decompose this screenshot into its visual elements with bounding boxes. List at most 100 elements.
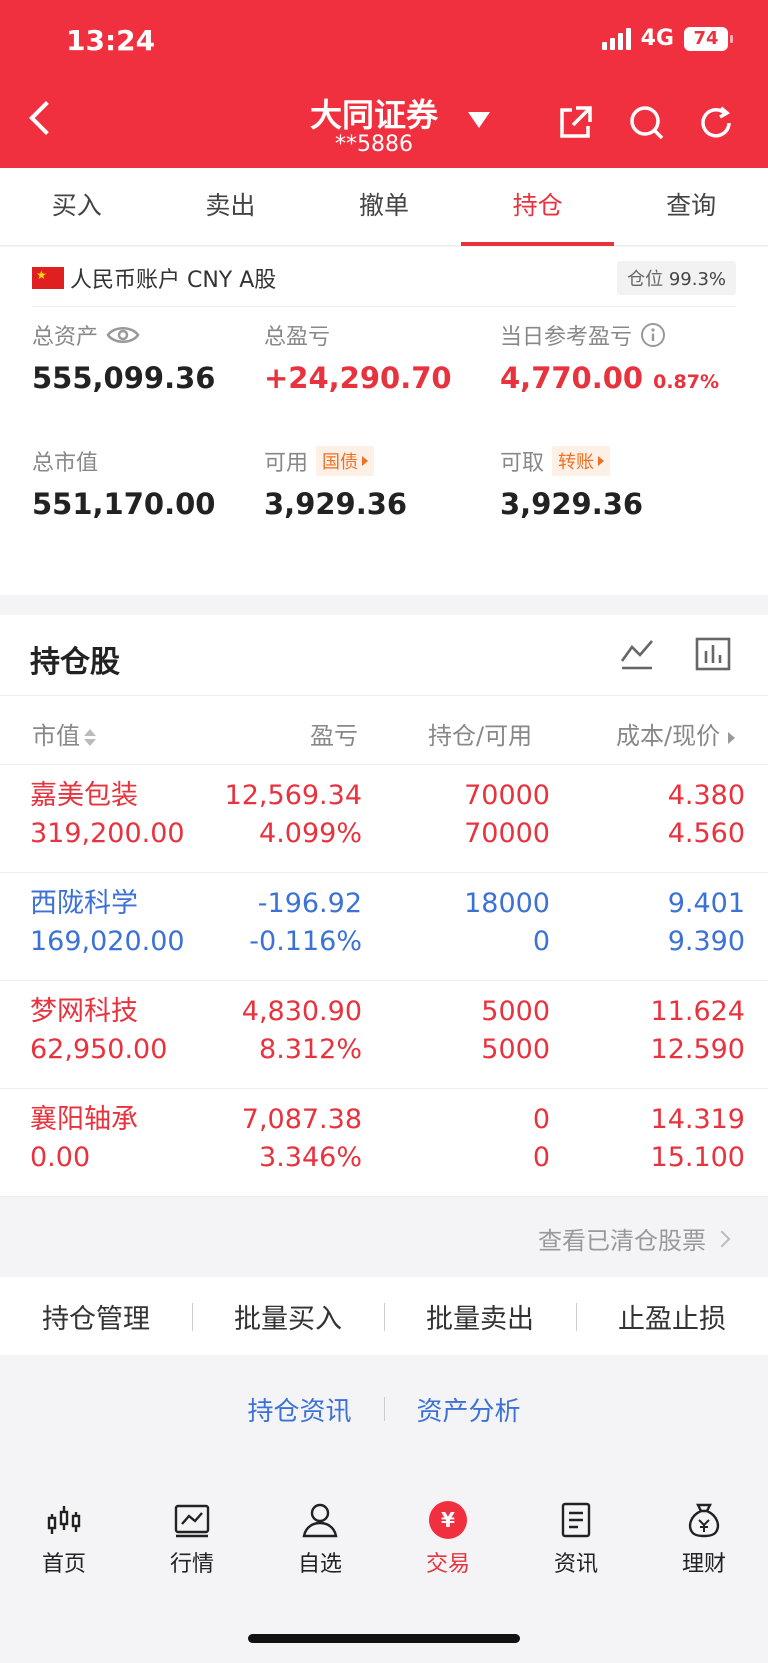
col-market-value-label: 市值 (32, 722, 80, 750)
cleared-stocks-link[interactable]: 查看已清仓股票 (538, 1221, 731, 1256)
sort-icon (84, 728, 96, 746)
stock-cost: 11.624 (650, 996, 745, 1027)
tab-sell[interactable]: 卖出 (154, 168, 308, 245)
total-pnl-label: 总盈亏 (264, 325, 331, 350)
stock-pnl: 12,569.34 (224, 780, 362, 811)
tab-cancel[interactable]: 撤单 (307, 168, 461, 245)
position-manage-button[interactable]: 持仓管理 (0, 1297, 192, 1336)
stock-avail-qty: 0 (532, 1142, 550, 1173)
stock-avail-qty: 5000 (481, 1034, 550, 1065)
nav-market[interactable]: 行情 (128, 1500, 256, 1600)
stock-price: 4.560 (667, 818, 745, 849)
stock-avail-qty: 70000 (464, 818, 550, 849)
nav-watchlist[interactable]: 自选 (256, 1500, 384, 1600)
total-pnl: 总盈亏 +24,290.70 (264, 319, 452, 395)
transfer-tag[interactable]: 转账 (552, 446, 611, 476)
bottom-nav: 首页 行情 自选 ¥ 交易 资讯 理财 (0, 1500, 768, 1600)
position-actions: 持仓管理 批量买入 批量卖出 止盈止损 (0, 1277, 768, 1355)
holdings-title: 持仓股 (30, 645, 120, 680)
document-icon (561, 1502, 591, 1538)
caret-down-icon[interactable] (468, 112, 490, 128)
eye-icon[interactable] (106, 324, 140, 346)
holding-row[interactable]: 西陇科学 169,020.00 -196.92 -0.116% 18000 0 9.401 9… (0, 873, 768, 981)
search-icon[interactable] (628, 104, 666, 142)
yen-icon: ¥ (429, 1501, 467, 1539)
position-label: 仓位 (627, 268, 664, 290)
nav-home[interactable]: 首页 (0, 1500, 128, 1600)
stock-cost: 14.319 (650, 1104, 745, 1135)
nav-watchlist-label: 自选 (297, 1552, 342, 1577)
total-assets: 总资产 555,099.36 (32, 319, 215, 395)
status-time: 13:24 (66, 24, 156, 57)
market-value: 总市值 551,170.00 (32, 445, 215, 521)
stock-hold-qty: 0 (532, 1104, 550, 1135)
total-assets-label: 总资产 (32, 325, 99, 350)
withdrawable-label: 可取 (500, 451, 545, 476)
stock-market-value: 319,200.00 (30, 818, 185, 849)
tab-query[interactable]: 查询 (614, 168, 768, 245)
info-icon[interactable] (640, 322, 666, 348)
available-value: 3,929.36 (264, 487, 408, 521)
batch-buy-button[interactable]: 批量买入 (192, 1297, 384, 1336)
tab-buy[interactable]: 买入 (0, 168, 154, 245)
holdings-news-link[interactable]: 持仓资讯 (247, 1391, 351, 1428)
daily-pnl-value: 4,770.00 (500, 361, 644, 395)
holdings-section: 持仓股 市值 盈亏 持仓/可用 成本/现价 嘉美包装 319,200.00 12,5… (0, 615, 768, 1197)
col-cost-price-label: 成本/现价 (616, 722, 721, 750)
stock-pnl-pct: 4.099% (259, 818, 362, 849)
col-cost-price[interactable]: 成本/现价 (616, 716, 735, 751)
available-funds: 可用 国债 3,929.36 (264, 445, 407, 521)
nav-trade[interactable]: ¥ 交易 (384, 1500, 512, 1600)
share-icon[interactable] (556, 104, 594, 142)
stop-profit-loss-button[interactable]: 止盈止损 (576, 1297, 768, 1336)
withdrawable-value: 3,929.36 (500, 487, 644, 521)
account-row: ★ 人民币账户 CNY A股 仓位 99.3% (32, 260, 736, 307)
holding-row[interactable]: 梦网科技 62,950.00 4,830.90 8.312% 5000 5000 11.62… (0, 981, 768, 1089)
stock-pnl-pct: 3.346% (259, 1142, 362, 1173)
chart-icon (174, 1504, 210, 1538)
nav-wealth[interactable]: 理财 (640, 1500, 768, 1600)
stock-pnl: 4,830.90 (241, 996, 362, 1027)
daily-pnl: 当日参考盈亏 4,770.00 0.87% (500, 319, 719, 395)
bar-chart-icon[interactable] (694, 635, 732, 673)
stock-pnl-pct: -0.116% (249, 926, 362, 957)
refresh-icon[interactable] (697, 104, 735, 142)
market-value-value: 551,170.00 (32, 487, 216, 521)
col-pnl[interactable]: 盈亏 (310, 716, 358, 751)
daily-pnl-pct: 0.87% (653, 371, 720, 393)
top-header: 13:24 4G 74 大同证券 **5886 (0, 0, 768, 168)
cleared-section: 查看已清仓股票 (0, 1197, 768, 1277)
available-label: 可用 (264, 451, 309, 476)
nav-news[interactable]: 资讯 (512, 1500, 640, 1600)
nav-wealth-label: 理财 (681, 1552, 726, 1577)
tab-positions[interactable]: 持仓 (460, 168, 615, 246)
stock-cost: 9.401 (667, 888, 745, 919)
treasury-tag[interactable]: 国债 (316, 446, 375, 476)
moneybag-icon (688, 1503, 720, 1538)
china-flag-icon: ★ (32, 266, 64, 289)
batch-sell-button[interactable]: 批量卖出 (384, 1297, 576, 1336)
network-type: 4G (640, 26, 674, 51)
total-assets-value: 555,099.36 (32, 361, 216, 395)
asset-analysis-link[interactable]: 资产分析 (417, 1391, 521, 1428)
candlestick-icon (47, 1506, 81, 1534)
col-position[interactable]: 持仓/可用 (428, 716, 532, 751)
stock-market-value: 62,950.00 (30, 1034, 168, 1065)
holding-row[interactable]: 嘉美包装 319,200.00 12,569.34 4.099% 70000 70000 4… (0, 765, 768, 873)
account-label: 人民币账户 CNY A股 (70, 267, 277, 293)
col-market-value[interactable]: 市值 (32, 716, 96, 751)
position-value: 99.3% (668, 268, 726, 290)
stock-name: 梦网科技 (30, 996, 138, 1027)
daily-pnl-label: 当日参考盈亏 (500, 325, 633, 350)
holding-row[interactable]: 襄阳轴承 0.00 7,087.38 3.346% 0 0 14.319 15.100 (0, 1089, 768, 1197)
stock-hold-qty: 18000 (464, 888, 550, 919)
nav-home-label: 首页 (41, 1552, 86, 1577)
nav-market-label: 行情 (169, 1552, 214, 1577)
stock-name: 襄阳轴承 (30, 1104, 138, 1135)
status-indicators: 4G 74 (601, 26, 733, 51)
stock-market-value: 0.00 (30, 1142, 91, 1173)
nav-trade-label: 交易 (425, 1552, 470, 1577)
trend-chart-icon[interactable] (618, 635, 656, 673)
chevron-right-icon (713, 1230, 731, 1247)
stock-hold-qty: 70000 (464, 780, 550, 811)
